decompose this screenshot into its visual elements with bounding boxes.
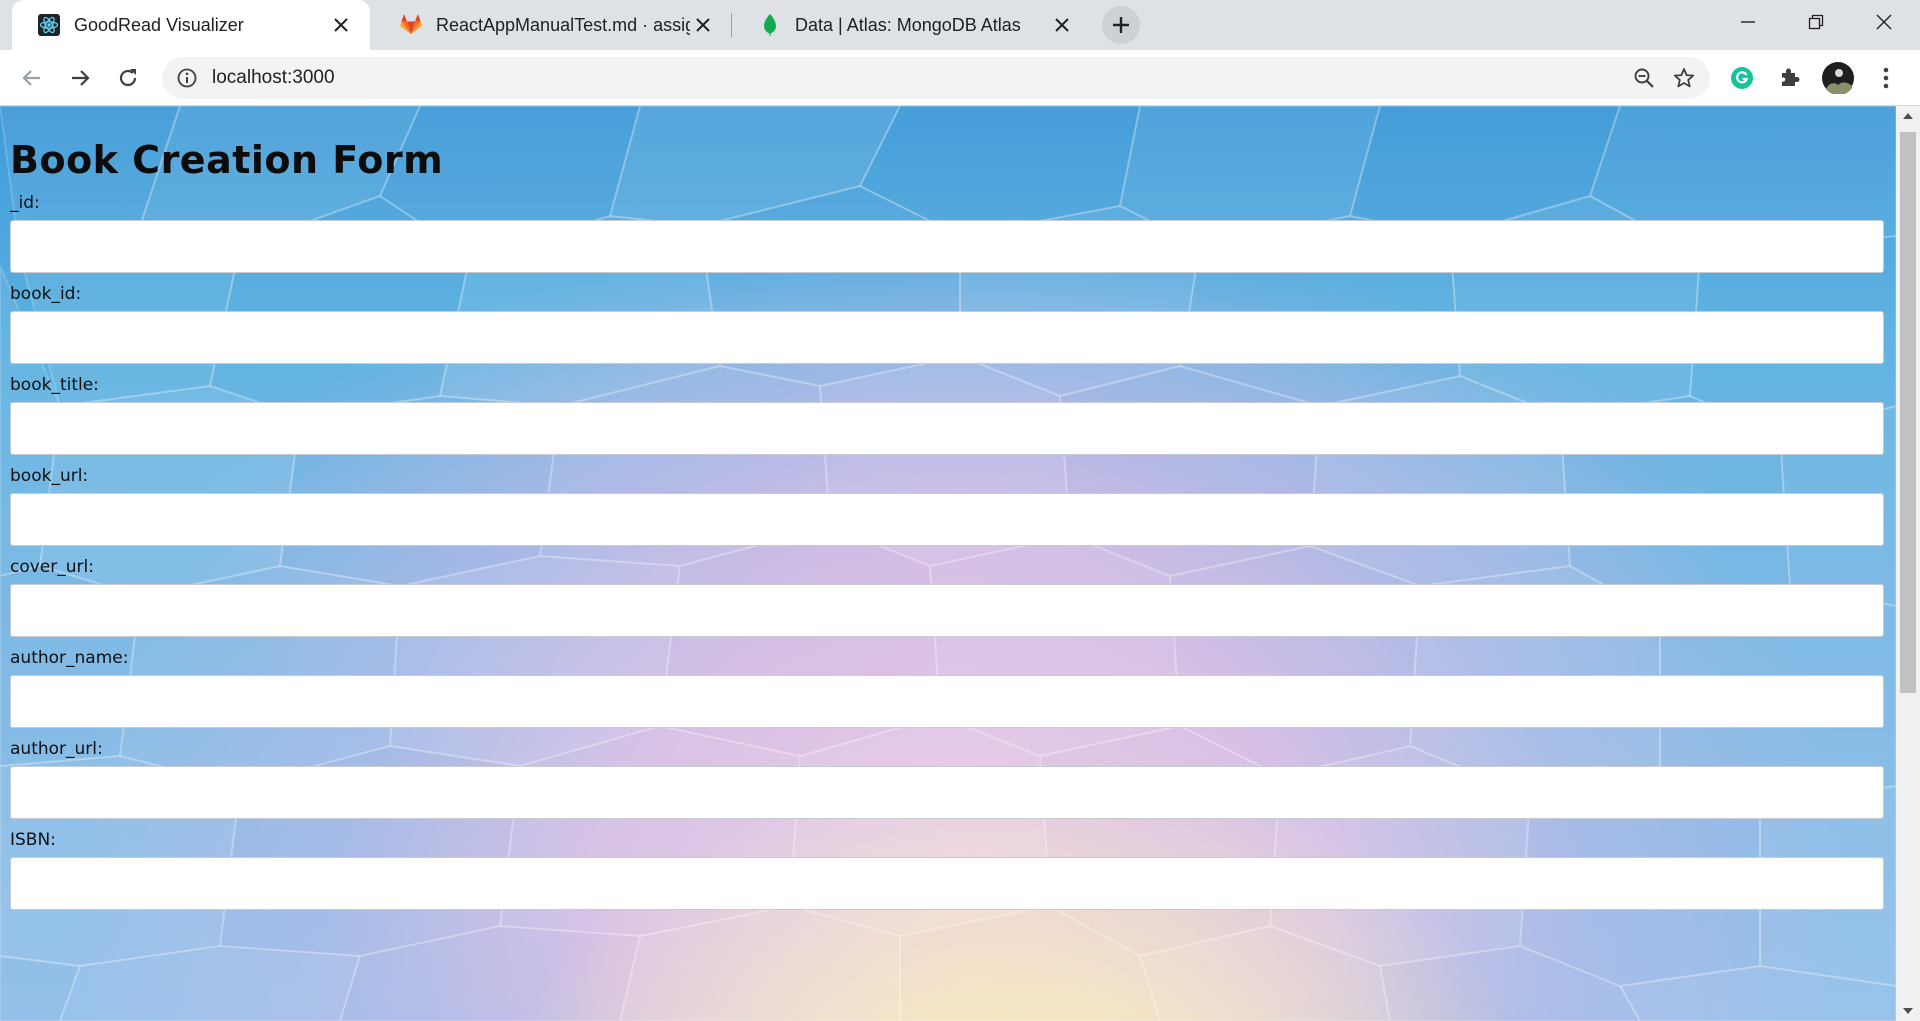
field-isbn: ISBN:: [10, 827, 1884, 910]
book-url-input[interactable]: [10, 493, 1884, 546]
field-author-name: author_name:: [10, 645, 1884, 728]
close-tab-icon[interactable]: [690, 12, 716, 38]
bookmark-star-icon[interactable]: [1664, 58, 1704, 98]
book-title-input[interactable]: [10, 402, 1884, 455]
page-viewport: Book Creation Form _id: book_id: book_ti…: [0, 106, 1896, 1021]
back-arrow-icon[interactable]: [12, 58, 52, 98]
grammarly-extension-icon[interactable]: [1722, 58, 1762, 98]
field-book-id: book_id:: [10, 281, 1884, 364]
scrollbar-thumb[interactable]: [1900, 132, 1916, 693]
browser-menu-icon[interactable]: [1866, 58, 1906, 98]
gitlab-icon: [400, 14, 422, 36]
author-name-input[interactable]: [10, 675, 1884, 728]
field-cover-url: cover_url:: [10, 554, 1884, 637]
close-window-icon[interactable]: [1856, 0, 1912, 44]
site-info-icon[interactable]: [176, 67, 198, 89]
field-label: book_url:: [10, 466, 89, 486]
id-input[interactable]: [10, 220, 1884, 273]
forward-arrow-icon[interactable]: [60, 58, 100, 98]
field-label: book_id:: [10, 284, 82, 304]
new-tab-button[interactable]: [1102, 6, 1140, 44]
book-id-input[interactable]: [10, 311, 1884, 364]
minimize-window-icon[interactable]: [1720, 0, 1776, 44]
isbn-input[interactable]: [10, 857, 1884, 910]
extensions-puzzle-icon[interactable]: [1770, 58, 1810, 98]
page-scrollbar[interactable]: [1896, 106, 1920, 1021]
close-tab-icon[interactable]: [328, 12, 354, 38]
reload-icon[interactable]: [108, 58, 148, 98]
field-label: cover_url:: [10, 557, 94, 577]
tab-title: ReactAppManualTest.md · assign: [436, 14, 690, 35]
book-creation-form: Book Creation Form _id: book_id: book_ti…: [10, 106, 1884, 910]
profile-avatar[interactable]: [1818, 58, 1858, 98]
tab-goodread-visualizer[interactable]: GoodRead Visualizer: [12, 0, 370, 50]
field-label: _id:: [10, 193, 40, 213]
close-tab-icon[interactable]: [1049, 12, 1075, 38]
field-id: _id:: [10, 190, 1884, 273]
tab-strip: GoodRead Visualizer ReactAppManualTest.m…: [0, 0, 1920, 50]
field-label: book_title:: [10, 375, 99, 395]
field-label: author_url:: [10, 739, 103, 759]
tab-title: Data | Atlas: MongoDB Atlas: [795, 14, 1021, 35]
field-label: author_name:: [10, 648, 129, 668]
scroll-down-arrow-icon[interactable]: [1896, 1001, 1920, 1021]
cover-url-input[interactable]: [10, 584, 1884, 637]
restore-window-icon[interactable]: [1788, 0, 1844, 44]
browser-toolbar: localhost:3000: [0, 50, 1920, 106]
field-label: ISBN:: [10, 830, 56, 850]
field-author-url: author_url:: [10, 736, 1884, 819]
tab-title: GoodRead Visualizer: [74, 14, 244, 35]
field-book-title: book_title:: [10, 372, 1884, 455]
tab-separator: [731, 13, 732, 37]
scroll-up-arrow-icon[interactable]: [1896, 106, 1920, 126]
field-book-url: book_url:: [10, 463, 1884, 546]
author-url-input[interactable]: [10, 766, 1884, 819]
url-text: localhost:3000: [212, 67, 335, 88]
mongodb-leaf-icon: [759, 14, 781, 36]
react-icon: [38, 14, 60, 36]
tab-react-app-manual-test[interactable]: ReactAppManualTest.md · assign: [374, 0, 732, 50]
tab-mongodb-atlas[interactable]: Data | Atlas: MongoDB Atlas: [733, 0, 1091, 50]
zoom-out-icon[interactable]: [1624, 58, 1664, 98]
address-bar[interactable]: localhost:3000: [162, 57, 1710, 99]
page-title: Book Creation Form: [10, 138, 444, 182]
